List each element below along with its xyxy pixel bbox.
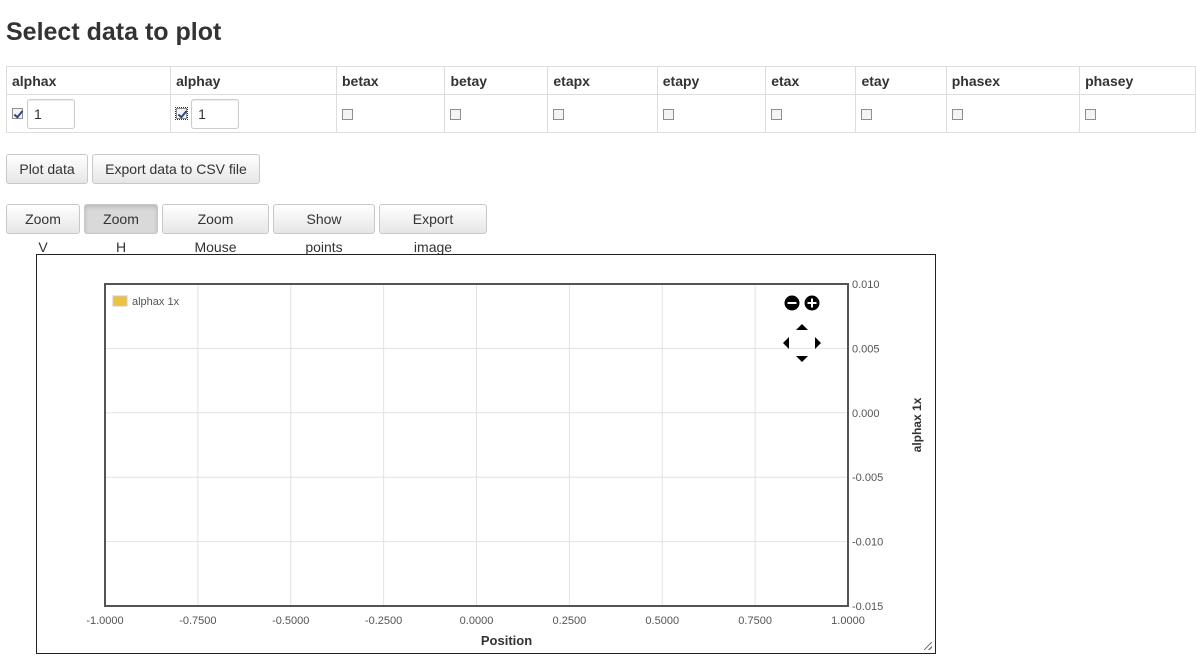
x-tick-label: -0.2500 [365,615,402,627]
alphay-checkbox[interactable] [175,107,189,120]
x-tick-label: 0.5000 [645,615,679,627]
alphax-checkbox[interactable] [12,108,23,119]
table-control-row [5,94,1196,133]
x-tick-label: 0.0000 [460,615,494,627]
column-header-alphax: alphax [5,66,172,95]
etapx-checkbox[interactable] [553,109,565,121]
zoom-h-button[interactable]: Zoom H [84,204,158,255]
zoom-v-button[interactable]: Zoom V [6,204,80,255]
x-tick-label: 1.0000 [831,615,865,627]
column-control-betay [444,94,549,133]
zoom-mouse-button[interactable]: Zoom Mouse [162,204,269,255]
show-points-button[interactable]: Show points [273,204,375,255]
column-header-alphay: alphay [170,66,337,95]
legend-swatch [112,295,128,307]
y-tick-label: -0.015 [852,601,883,613]
data-selection-table: alphax alphay betax betay etapx etapy etax etay… [5,66,1196,133]
alphay-multiplier-input[interactable] [191,98,240,129]
column-header-etax: etax [765,66,857,95]
alphax-multiplier-input[interactable] [27,98,75,129]
x-tick-label: 0.2500 [553,615,587,627]
column-header-betay: betay [444,66,549,95]
y-tick-label: 0.010 [852,279,880,291]
column-control-etax [765,94,857,133]
column-control-etapx [547,94,658,133]
pan-right-icon[interactable] [815,337,821,349]
pan-up-icon[interactable] [796,324,808,330]
column-header-etapx: etapx [547,66,658,95]
column-header-betax: betax [335,66,446,95]
pan-down-icon[interactable] [796,356,808,362]
resize-handle[interactable] [924,642,932,650]
column-header-phasex: phasex [945,66,1081,95]
y-tick-label: -0.010 [852,537,883,549]
etay-checkbox[interactable] [861,109,873,121]
table-header-row: alphax alphay betax betay etapx etapy etax etay… [5,66,1196,95]
column-control-etapy [656,94,767,133]
page-title: Select data to plot [6,18,222,46]
column-header-phasey: phasey [1079,66,1196,95]
column-control-phasex [945,94,1081,133]
column-control-phasey [1079,94,1196,133]
x-tick-label: 0.7500 [738,615,772,627]
plot-container[interactable]: -1.0000 -0.7500 -0.5000 -0.2500 0.0000 0.2500… [36,254,936,654]
etapy-checkbox[interactable] [662,109,674,121]
x-axis-label: Position [481,633,532,648]
zoom-out-icon-glyph [787,302,797,304]
y-axis-label: alphax 1x [910,397,924,452]
betay-checkbox[interactable] [450,109,462,121]
column-control-etay [855,94,947,133]
y-tick-label: 0.000 [852,408,880,420]
column-control-alphay [170,94,337,133]
plot-data-button[interactable]: Plot data [6,154,88,184]
pan-left-icon[interactable] [783,337,789,349]
column-header-etapy: etapy [656,66,767,95]
x-tick-label: -1.0000 [86,615,123,627]
phasex-checkbox[interactable] [951,109,963,121]
legend-label: alphax 1x [132,296,180,308]
column-control-betax [335,94,446,133]
column-header-etay: etay [855,66,947,95]
betax-checkbox[interactable] [342,109,353,121]
phasey-checkbox[interactable] [1085,109,1097,121]
plot-chart[interactable]: -1.0000 -0.7500 -0.5000 -0.2500 0.0000 0.2500… [37,255,935,653]
etax-checkbox[interactable] [771,109,783,121]
y-tick-label: 0.005 [852,343,880,355]
x-tick-label: -0.7500 [179,615,216,627]
export-csv-button[interactable]: Export data to CSV file [92,154,260,184]
export-image-button[interactable]: Export image [379,204,487,255]
x-tick-label: -0.5000 [272,615,309,627]
y-tick-label: -0.005 [852,472,883,484]
zoom-in-icon-glyph [811,298,813,308]
column-control-alphax [5,94,172,133]
